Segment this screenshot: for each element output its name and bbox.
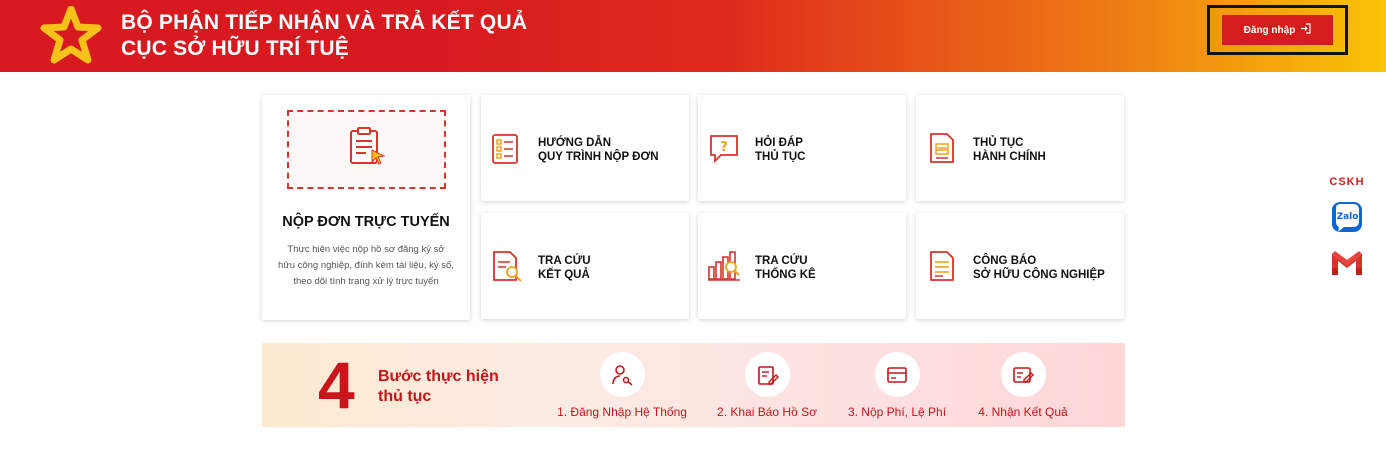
card-label-line1: TRA CỨU	[755, 255, 808, 267]
clipboard-cursor-icon	[347, 126, 387, 173]
card-label-line1: CÔNG BÁO	[973, 255, 1037, 267]
customer-support: CSKH	[1320, 176, 1374, 188]
card-label-line2: THỐNG KÊ	[755, 269, 816, 281]
step-label: 2. Khai Báo Hồ Sơ	[717, 405, 817, 419]
svg-text:?: ?	[720, 140, 728, 155]
zalo-icon[interactable]: Zalo	[1330, 200, 1364, 236]
step-receive-result[interactable]: 4. Nhận Kết Quả	[953, 352, 1093, 419]
card-label-line1: TRA CỨU	[538, 255, 591, 267]
checklist-icon	[490, 131, 524, 165]
document-list-icon	[925, 249, 959, 283]
card-label-line2: KẾT QUẢ	[538, 269, 590, 281]
step-label: 4. Nhận Kết Quả	[978, 405, 1068, 419]
gmail-icon[interactable]	[1330, 248, 1364, 278]
card-label-line1: HƯỚNG DẪN	[538, 137, 612, 149]
chart-search-icon	[707, 249, 741, 283]
card-label: TRA CỨU THỐNG KÊ	[755, 254, 816, 282]
card-label: TRA CỨU KẾT QUẢ	[538, 254, 591, 282]
online-filing-title: NỘP ĐƠN TRỰC TUYẾN	[282, 214, 450, 230]
card-filing-guide[interactable]: HƯỚNG DẪN QUY TRÌNH NỘP ĐƠN	[481, 95, 689, 201]
steps-title-line2: thủ tục	[378, 388, 432, 405]
steps-title-line1: Bước thực hiện	[378, 368, 499, 385]
step-payment[interactable]: 3. Nộp Phí, Lệ Phí	[827, 352, 967, 419]
card-label-line1: THỦ TỤC	[973, 137, 1024, 149]
zalo-text: Zalo	[1337, 212, 1359, 222]
cskh-label: CSKH	[1329, 176, 1365, 188]
logo-star-icon	[40, 5, 102, 66]
steps-title: Bước thực hiện thủ tục	[378, 367, 499, 407]
online-filing-description: Thực hiện việc nộp hồ sơ đăng ký sở hữu …	[278, 244, 454, 287]
card-label-line2: THỦ TỤC	[755, 151, 806, 163]
header: BỘ PHẬN TIẾP NHẬN VÀ TRẢ KẾT QUẢ CỤC SỞ …	[0, 0, 1386, 72]
card-label-line1: HỎI ĐÁP	[755, 137, 803, 149]
online-filing-card[interactable]: NỘP ĐƠN TRỰC TUYẾN Thực hiện việc nộp hồ…	[262, 95, 470, 320]
result-edit-icon	[1000, 352, 1046, 397]
step-label: 3. Nộp Phí, Lệ Phí	[847, 405, 947, 419]
card-label-line2: HÀNH CHÍNH	[973, 151, 1046, 163]
chat-question-icon: ?	[707, 131, 741, 165]
step-login[interactable]: 1. Đăng Nhập Hệ Thống	[552, 352, 692, 419]
title-line-2: CỤC SỞ HỮU TRÍ TUỆ	[121, 37, 349, 60]
document-stack-icon	[925, 131, 959, 165]
card-result-lookup[interactable]: TRA CỨU KẾT QUẢ	[481, 213, 689, 319]
login-highlight-box: Đăng nhập	[1207, 5, 1348, 55]
user-key-icon	[599, 352, 645, 397]
card-label-line2: QUY TRÌNH NỘP ĐƠN	[538, 151, 659, 163]
document-search-icon	[490, 249, 524, 283]
procedure-steps-banner: 4 Bước thực hiện thủ tục 1. Đăng Nhập Hệ…	[262, 343, 1125, 427]
card-statistics-lookup[interactable]: TRA CỨU THỐNG KÊ	[698, 213, 906, 319]
login-button[interactable]: Đăng nhập	[1222, 15, 1333, 45]
page-title: BỘ PHẬN TIẾP NHẬN VÀ TRẢ KẾT QUẢ CỤC SỞ …	[121, 10, 527, 62]
login-arrow-icon	[1300, 23, 1311, 37]
filing-icon-box	[287, 110, 446, 189]
card-procedure-faq[interactable]: ? HỎI ĐÁP THỦ TỤC	[698, 95, 906, 201]
title-line-1: BỘ PHẬN TIẾP NHẬN VÀ TRẢ KẾT QUẢ	[121, 11, 528, 34]
steps-count: 4	[318, 348, 355, 422]
card-label: HƯỚNG DẪN QUY TRÌNH NỘP ĐƠN	[538, 136, 659, 164]
card-label: CÔNG BÁO SỞ HỮU CÔNG NGHIỆP	[973, 254, 1105, 282]
step-label: 1. Đăng Nhập Hệ Thống	[557, 405, 687, 419]
form-edit-icon	[744, 352, 790, 397]
step-declare[interactable]: 2. Khai Báo Hồ Sơ	[697, 352, 837, 419]
card-administrative-procedures[interactable]: THỦ TỤC HÀNH CHÍNH	[916, 95, 1124, 201]
card-payment-icon	[874, 352, 920, 397]
card-label-line2: SỞ HỮU CÔNG NGHIỆP	[973, 269, 1105, 281]
login-label: Đăng nhập	[1243, 24, 1296, 36]
card-industrial-property-gazette[interactable]: CÔNG BÁO SỞ HỮU CÔNG NGHIỆP	[916, 213, 1124, 319]
card-label: HỎI ĐÁP THỦ TỤC	[755, 136, 805, 164]
card-label: THỦ TỤC HÀNH CHÍNH	[973, 136, 1046, 164]
